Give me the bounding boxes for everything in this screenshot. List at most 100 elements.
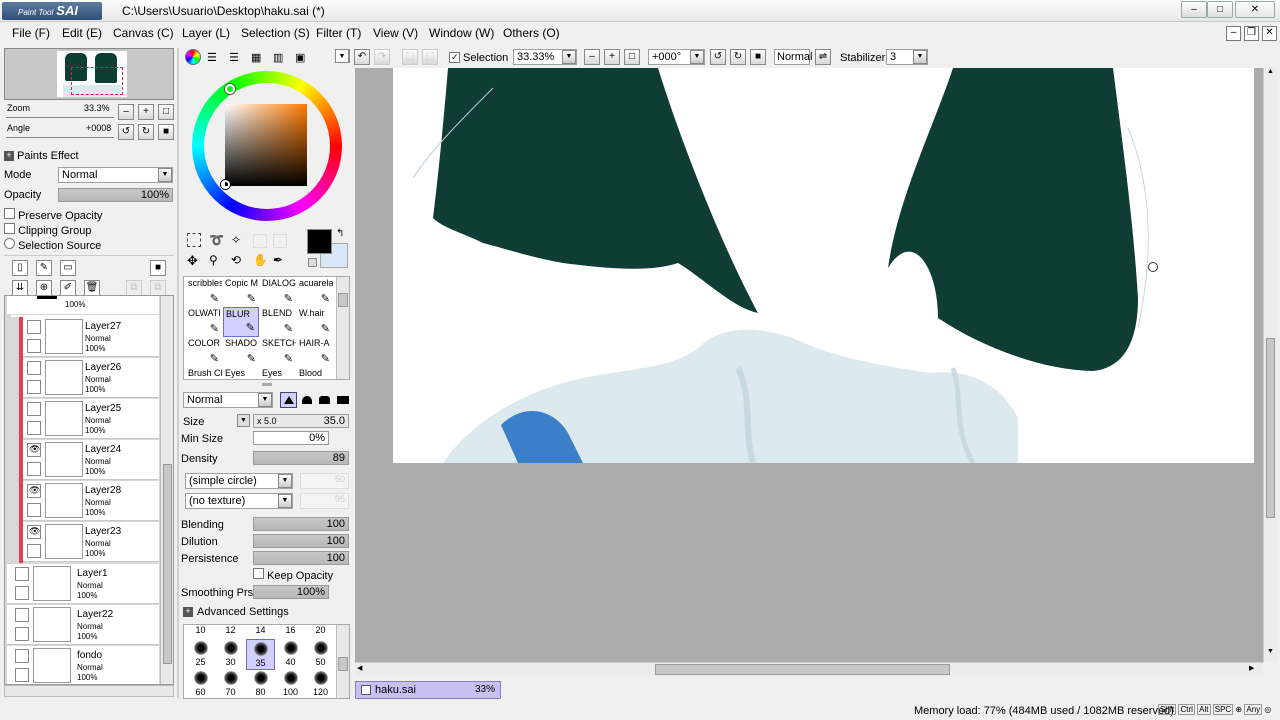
brush-size-slot[interactable]: 20: [306, 625, 335, 639]
color-wheel[interactable]: [192, 71, 342, 221]
palette-tab-icon[interactable]: ▣: [295, 51, 305, 64]
view-mode-select[interactable]: Normal: [774, 49, 812, 65]
density-slider[interactable]: 89: [253, 451, 349, 465]
smoothing-slider[interactable]: 100%: [253, 585, 329, 599]
lock-toggle[interactable]: [15, 627, 29, 641]
scrollbar-thumb[interactable]: [163, 464, 172, 664]
brush-slot[interactable]: COLOR ✎: [186, 337, 222, 367]
rotate-left-button[interactable]: ↺: [118, 124, 134, 140]
scrollbar-thumb[interactable]: [338, 293, 348, 307]
lock-toggle[interactable]: [27, 421, 41, 435]
transfer-down-icon[interactable]: ⇊: [12, 280, 28, 296]
hue-marker[interactable]: [225, 84, 235, 94]
scrollbar-thumb[interactable]: [1266, 338, 1275, 518]
brush-slot[interactable]: HAIR-A ✎: [297, 337, 333, 367]
size-grid-scrollbar[interactable]: [336, 625, 349, 698]
preserve-opacity-checkbox[interactable]: [4, 208, 15, 219]
brush-shape-strength[interactable]: 50: [300, 473, 349, 489]
lock-toggle[interactable]: [27, 544, 41, 558]
keep-opacity-row[interactable]: Keep Opacity: [253, 568, 333, 582]
lock-toggle[interactable]: [27, 462, 41, 476]
menu-filter[interactable]: Filter (T): [316, 26, 361, 40]
brush-shape-select[interactable]: (simple circle) ▼: [185, 473, 293, 489]
rotate-reset-button[interactable]: ■: [158, 124, 174, 140]
scroll-left-arrow[interactable]: ◀: [357, 664, 362, 672]
brush-slot[interactable]: W.hair ✎: [297, 307, 333, 337]
invert-selection-icon[interactable]: ⬚: [422, 49, 438, 65]
brush-size-slot[interactable]: 10: [186, 625, 215, 639]
scrollbar-thumb[interactable]: [655, 664, 950, 675]
brush-size-slot[interactable]: 25: [186, 639, 215, 670]
scroll-down-arrow[interactable]: ▼: [1264, 648, 1277, 662]
mdi-close-button[interactable]: ✕: [1262, 26, 1277, 41]
selection-source-radio[interactable]: [4, 238, 15, 249]
brush-size-slot[interactable]: 30: [216, 639, 245, 670]
brush-size-slot[interactable]: 80: [246, 669, 275, 700]
brush-slot[interactable]: scribbles ✎: [186, 277, 222, 307]
layer-list-scrollbar[interactable]: [160, 296, 173, 684]
selection-source-row[interactable]: Selection Source: [4, 238, 101, 252]
visibility-toggle[interactable]: [15, 567, 29, 581]
menu-edit[interactable]: Edit (E): [62, 26, 102, 40]
new-linework-layer-icon[interactable]: ✎: [36, 260, 52, 276]
saturation-value-square[interactable]: [225, 104, 307, 186]
color-marker[interactable]: [221, 180, 230, 189]
redo-icon[interactable]: ↷: [374, 49, 390, 65]
layer-row-partial[interactable]: 100%: [7, 296, 159, 314]
new-layer-icon[interactable]: ▯: [12, 260, 28, 276]
min-size-slider[interactable]: 0%: [253, 431, 329, 445]
lock-toggle[interactable]: [15, 668, 29, 682]
visibility-toggle[interactable]: [15, 608, 29, 622]
zoom-slider[interactable]: [6, 114, 114, 118]
blending-slider[interactable]: 100: [253, 517, 349, 531]
primary-color-swatch[interactable]: [307, 229, 332, 254]
toolbar-menu-icon[interactable]: ▼: [335, 49, 349, 63]
zoom-select[interactable]: 33.33% ▼: [513, 49, 577, 65]
canvas-hscroll[interactable]: ◀ ▶: [355, 662, 1263, 676]
layer-panel-menu-icon[interactable]: ■: [150, 260, 166, 276]
hsv-slider-tab-icon[interactable]: ☰: [229, 51, 239, 64]
brush-size-slot[interactable]: 35: [246, 639, 275, 670]
layer-row[interactable]: Layer25 Normal 100%: [23, 399, 159, 439]
preserve-opacity-row[interactable]: Preserve Opacity: [4, 208, 102, 222]
canvas-viewport[interactable]: [355, 68, 1264, 662]
brush-slot[interactable]: BLUR ✎: [223, 307, 259, 337]
apply-mask-icon[interactable]: ⧉: [150, 280, 166, 296]
toolbar-zoom-reset-button[interactable]: □: [624, 49, 640, 65]
brush-size-slot[interactable]: 50: [306, 639, 335, 670]
menu-canvas[interactable]: Canvas (C): [113, 26, 174, 40]
menu-view[interactable]: View (V): [373, 26, 418, 40]
undo-icon[interactable]: ↶: [354, 49, 370, 65]
swap-colors-icon[interactable]: ↰: [336, 228, 344, 239]
size-slider[interactable]: x 5.0 35.0: [253, 414, 349, 428]
size-multiplier-dropdown[interactable]: ▼: [237, 414, 250, 427]
brush-slot[interactable]: Copic M ✎: [223, 277, 259, 307]
stabilizer-select[interactable]: 3 ▼: [886, 49, 928, 65]
brush-size-slot[interactable]: 60: [186, 669, 215, 700]
lock-toggle[interactable]: [27, 380, 41, 394]
canvas-vscroll[interactable]: ▲ ▼: [1263, 68, 1277, 662]
rotate-ccw-button[interactable]: ↺: [710, 49, 726, 65]
brush-texture-select[interactable]: (no texture) ▼: [185, 493, 293, 509]
rotate-tool-icon[interactable]: ⟲: [231, 253, 241, 267]
lock-toggle[interactable]: [27, 339, 41, 353]
edge-shape-1[interactable]: [280, 392, 297, 408]
rgb-slider-tab-icon[interactable]: ☰: [207, 51, 217, 64]
transparent-color-icon[interactable]: [308, 258, 317, 267]
visibility-toggle[interactable]: [27, 361, 41, 375]
brush-texture-strength[interactable]: 95: [300, 493, 349, 509]
eye-icon[interactable]: 👁: [27, 525, 41, 539]
eyedropper-icon[interactable]: ✒: [273, 253, 283, 267]
eye-icon[interactable]: 👁: [27, 484, 41, 498]
brush-slot[interactable]: DIALOG ✎: [260, 277, 296, 307]
zoom-in-button[interactable]: +: [138, 104, 154, 120]
document-tab[interactable]: haku.sai 33%: [355, 681, 501, 699]
brush-size-slot[interactable]: 14: [246, 625, 275, 639]
brush-grid-scrollbar[interactable]: [336, 277, 349, 379]
magic-wand-icon[interactable]: ✧: [231, 233, 241, 247]
selection-checkbox[interactable]: ✓: [449, 52, 460, 63]
menu-window[interactable]: Window (W): [429, 26, 494, 40]
flip-view-icon[interactable]: ⇌: [815, 49, 831, 65]
clipping-group-row[interactable]: Clipping Group: [4, 223, 91, 237]
visibility-toggle[interactable]: [27, 320, 41, 334]
